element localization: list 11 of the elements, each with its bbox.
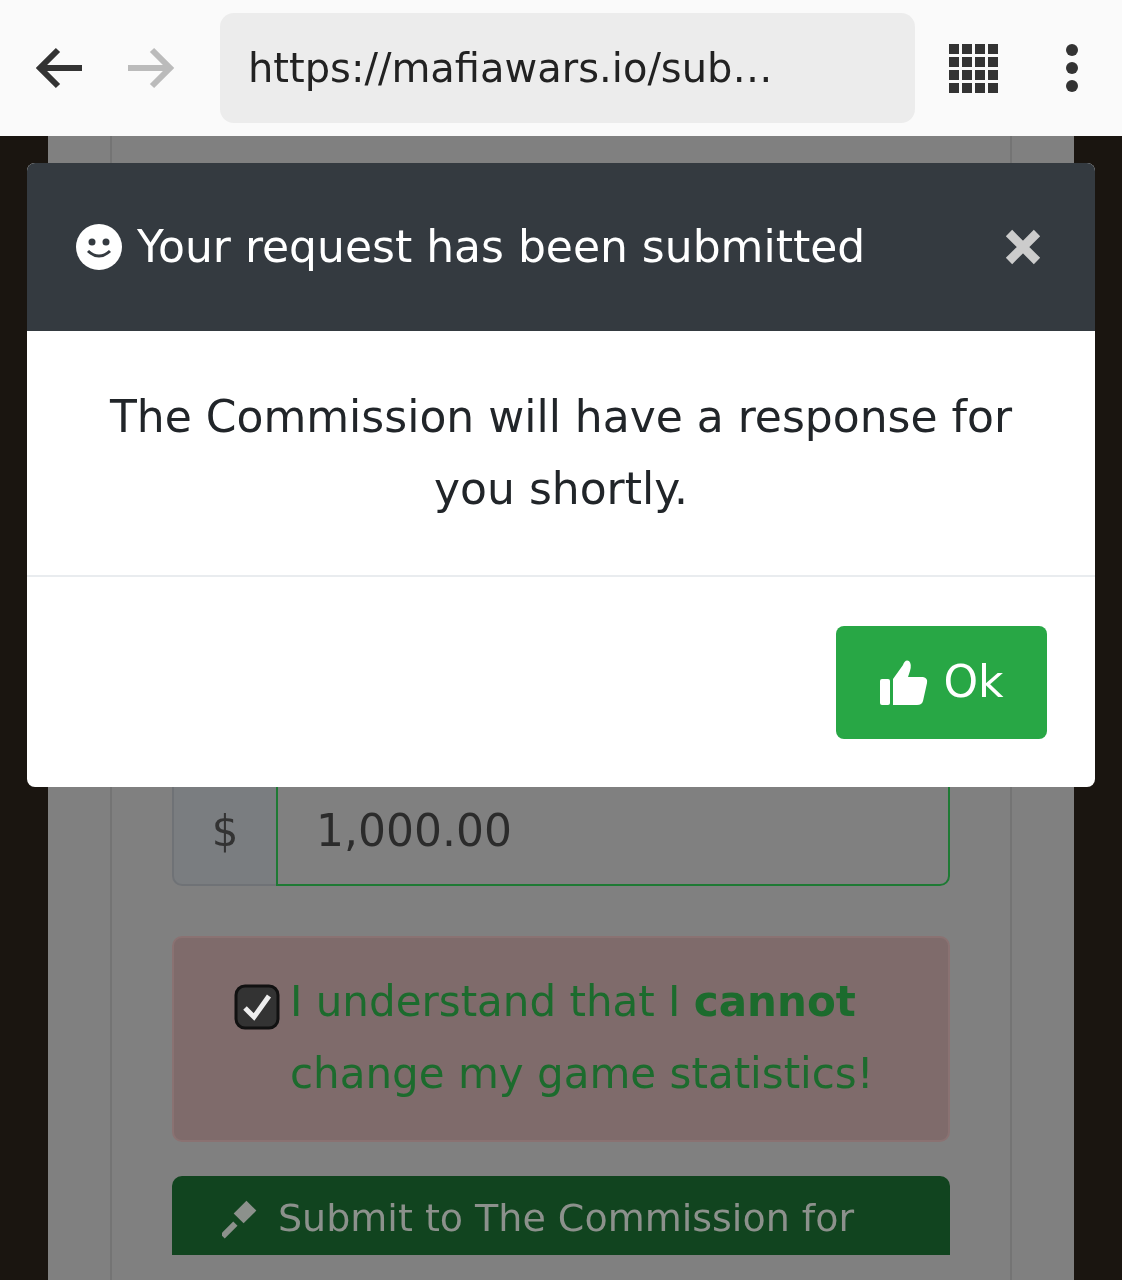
modal-message: The Commission will have a response for you shortly. <box>109 391 1013 514</box>
ok-button[interactable]: Ok <box>836 625 1047 739</box>
address-bar[interactable]: https://mafiawars.io/sub… <box>220 13 915 123</box>
smiley-icon <box>75 223 123 271</box>
apps-grid-icon[interactable] <box>949 43 998 93</box>
agreement-text: I understand that I cannot change my game statistics! <box>290 976 875 1100</box>
modal-title: Your request has been submitted <box>137 220 867 274</box>
submit-button[interactable]: Submit to The Commission for <box>172 1176 950 1255</box>
close-button[interactable] <box>1003 227 1043 267</box>
menu-icon[interactable] <box>1064 43 1080 93</box>
checkbox[interactable] <box>234 984 280 1030</box>
